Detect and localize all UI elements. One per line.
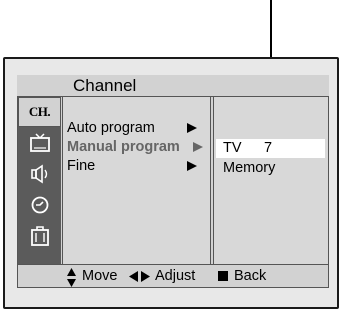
timer-icon[interactable] xyxy=(18,190,61,220)
menu-items-panel: Auto program Manual program Fine xyxy=(62,97,211,264)
menu-title: Channel xyxy=(73,76,137,95)
arrow-right-icon xyxy=(193,142,203,152)
menu-item-label: Manual program xyxy=(67,139,180,155)
menu-icon-column: CH. xyxy=(18,97,61,264)
stop-square-icon xyxy=(218,271,228,281)
arrow-right-icon xyxy=(187,123,197,133)
menu-item-label: Fine xyxy=(67,158,96,174)
adjust-hint: Adjust xyxy=(155,268,196,284)
left-arrow-icon xyxy=(129,271,138,282)
setup-icon[interactable] xyxy=(18,221,61,251)
right-arrow-icon xyxy=(141,271,150,282)
tv-label: TV xyxy=(223,140,242,156)
menu-item-label: Auto program xyxy=(67,120,155,136)
sound-icon[interactable] xyxy=(18,159,61,189)
up-down-arrow-icon xyxy=(67,268,76,287)
tv-channel-number: 7 xyxy=(264,140,273,156)
picture-icon[interactable] xyxy=(18,128,61,158)
arrow-right-icon xyxy=(187,161,197,171)
submenu-panel: TV 7 Memory xyxy=(213,97,328,264)
menu-title-bar: Channel xyxy=(17,75,329,97)
memory-option[interactable]: Memory xyxy=(223,160,275,177)
ch-icon[interactable]: CH. xyxy=(18,97,61,127)
help-bar: Move Adjust Back xyxy=(17,264,329,288)
ch-icon-label: CH. xyxy=(28,104,51,119)
back-hint: Back xyxy=(234,268,267,284)
move-hint: Move xyxy=(82,268,118,284)
